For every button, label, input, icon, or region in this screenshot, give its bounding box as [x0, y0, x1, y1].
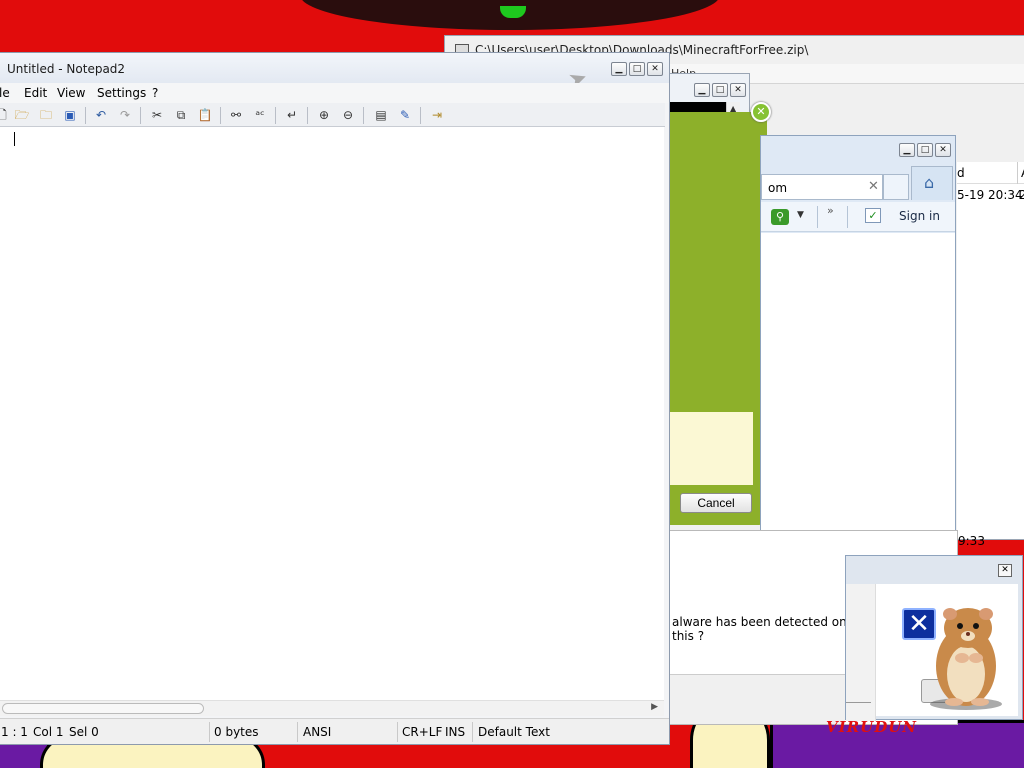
address-text: om [768, 181, 788, 195]
text-editor[interactable] [0, 127, 664, 700]
customize-scheme-icon[interactable]: ✎ [396, 107, 414, 123]
maximize-icon[interactable]: □ [917, 143, 933, 157]
explorer-file-list[interactable]: d A 5-19 20:34 2 [957, 162, 1024, 539]
browser-window-controls: ▁ □ ✕ [899, 143, 951, 157]
notepad-toolbar: 🗋 🗁 🗀 ▣ ↶ ↷ ✂ ⧉ 📋 ⚯ ᵃᶜ ↵ ⊕ ⊖ ▤ ✎ ⇥ [0, 103, 665, 127]
menu-settings[interactable]: Settings [97, 86, 146, 100]
close-icon[interactable]: ✕ [730, 83, 746, 97]
cut-icon[interactable]: ✂ [148, 107, 166, 123]
scroll-thumb[interactable] [2, 703, 204, 714]
undo-icon[interactable]: ↶ [92, 107, 110, 123]
toolbar-divider [817, 206, 818, 228]
popup-left-strip [846, 584, 876, 721]
status-encoding[interactable]: ANSI [303, 725, 331, 739]
close-icon[interactable]: ✕ [935, 143, 951, 157]
status-size: 0 bytes [214, 725, 259, 739]
status-position: 1 : 1 [1, 725, 28, 739]
chevron-down-icon[interactable]: ▼ [797, 210, 804, 220]
redo-icon[interactable]: ↷ [116, 107, 134, 123]
browser-toolbar: ⚲ ▼ » ✓ Sign in [761, 202, 955, 232]
status-scheme[interactable]: Default Text [478, 725, 550, 739]
browser-content[interactable] [761, 233, 955, 578]
time-label: 9:33 [958, 534, 985, 548]
hamster-mascot-icon [930, 608, 1002, 710]
column-divider[interactable] [1017, 162, 1018, 184]
maximize-icon[interactable]: □ [629, 62, 645, 76]
toolbar-divider [847, 206, 848, 228]
toolbar-divider [363, 107, 364, 124]
status-divider [209, 722, 210, 742]
scroll-right-icon[interactable]: ▶ [651, 702, 658, 712]
toolbar-divider [220, 107, 221, 124]
menu-view[interactable]: View [57, 86, 85, 100]
file-row-date[interactable]: 5-19 20:34 [957, 188, 1023, 202]
home-button[interactable]: ⌂ [911, 166, 953, 200]
column-header-modified[interactable]: d [957, 166, 965, 180]
installer-close-icon[interactable]: ✕ [751, 102, 771, 122]
console-window-controls: ▁ □ ✕ [694, 83, 746, 97]
horizontal-scrollbar[interactable]: ▶ [0, 700, 664, 716]
menu-edit[interactable]: Edit [24, 86, 47, 100]
status-divider [472, 722, 473, 742]
status-line-ending[interactable]: CR+LF [402, 725, 442, 739]
address-clear-icon[interactable]: ✕ [868, 179, 879, 194]
toolbar-divider [307, 107, 308, 124]
toolbar-divider [420, 107, 421, 124]
toolbar-divider [140, 107, 141, 124]
browse-folder-icon[interactable]: 🗀 [37, 107, 55, 123]
notepad-menubar: le Edit View Settings ? [0, 83, 669, 103]
menu-help[interactable]: ? [152, 86, 158, 100]
divider [846, 702, 871, 703]
maximize-icon[interactable]: □ [712, 83, 728, 97]
notepad-statusbar: 1 : 1 Col 1 Sel 0 0 bytes ANSI CR+LF INS… [0, 718, 669, 744]
status-divider [397, 722, 398, 742]
malware-alert-text: alware has been detected on this ? [672, 615, 847, 643]
scheme-icon[interactable]: ▤ [372, 107, 390, 123]
text-caret [14, 132, 15, 146]
find-icon[interactable]: ⚯ [227, 107, 245, 123]
address-bar[interactable]: om ✕ [761, 174, 883, 200]
notepad-window-controls: ▁ □ ✕ [611, 62, 663, 76]
menu-file[interactable]: le [0, 86, 10, 100]
installer-panel: ✕ Cancel [665, 102, 771, 525]
zoom-in-icon[interactable]: ⊕ [315, 107, 333, 123]
popup-close-icon[interactable]: ✕ [998, 564, 1012, 577]
zoom-out-icon[interactable]: ⊖ [339, 107, 357, 123]
minimize-icon[interactable]: ▁ [694, 83, 710, 97]
notepad-title: Untitled - Notepad2 [7, 62, 126, 76]
desktop-brand-text: VIRUDUN [826, 718, 918, 736]
search-icon[interactable]: ⚲ [771, 209, 789, 225]
word-wrap-icon[interactable]: ↵ [283, 107, 301, 123]
installer-content [665, 412, 753, 485]
status-divider [297, 722, 298, 742]
minimize-icon[interactable]: ▁ [899, 143, 915, 157]
exit-icon[interactable]: ⇥ [428, 107, 446, 123]
notepad-window[interactable]: Untitled - Notepad2 ➤ ▁ □ ✕ le Edit View… [0, 52, 670, 745]
toolbar-divider [275, 107, 276, 124]
new-tab-button[interactable] [883, 174, 909, 200]
notepad-titlebar[interactable]: Untitled - Notepad2 ➤ ▁ □ ✕ [0, 53, 669, 94]
copy-icon[interactable]: ⧉ [172, 107, 190, 123]
alert-button-area [669, 674, 845, 724]
status-selection: Sel 0 [69, 725, 99, 739]
checkbox-icon[interactable]: ✓ [865, 208, 881, 223]
minimize-icon[interactable]: ▁ [611, 62, 627, 76]
close-icon[interactable]: ✕ [647, 62, 663, 76]
home-icon: ⌂ [924, 173, 935, 192]
file-row-extra[interactable]: 2 [1019, 188, 1024, 202]
sign-in-link[interactable]: Sign in [899, 209, 940, 223]
toolbar-divider [85, 107, 86, 124]
browser-window[interactable]: ▁ □ ✕ om ✕ ⌂ ⚲ ▼ » ✓ Sign in [760, 135, 956, 582]
save-icon[interactable]: ▣ [61, 107, 79, 123]
status-insert-mode[interactable]: INS [445, 725, 465, 739]
replace-icon[interactable]: ᵃᶜ [251, 107, 269, 123]
open-folder-icon[interactable]: 🗁 [13, 107, 31, 123]
status-column: Col 1 [33, 725, 64, 739]
new-file-icon[interactable]: 🗋 [0, 107, 11, 123]
explorer-column-header[interactable]: d A [957, 162, 1024, 184]
paste-icon[interactable]: 📋 [196, 107, 214, 123]
cancel-button[interactable]: Cancel [680, 493, 752, 513]
more-tools-icon[interactable]: » [827, 204, 834, 217]
